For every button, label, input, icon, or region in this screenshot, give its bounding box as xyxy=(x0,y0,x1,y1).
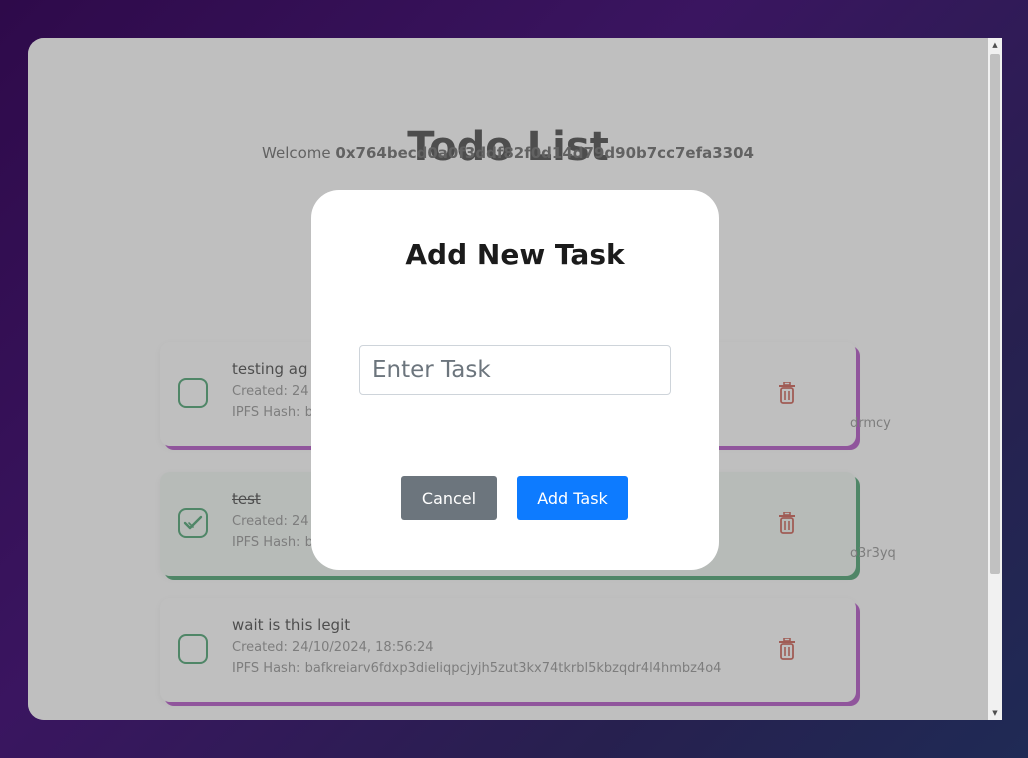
add-task-button[interactable]: Add Task xyxy=(517,476,628,520)
task-input[interactable] xyxy=(359,345,671,395)
add-task-modal: Add New Task Cancel Add Task xyxy=(311,190,719,570)
scroll-down-icon[interactable]: ▼ xyxy=(991,709,999,717)
scrollbar-thumb[interactable] xyxy=(990,54,1000,574)
modal-title: Add New Task xyxy=(405,238,625,271)
page-scrollbar[interactable]: ▲ ▼ xyxy=(988,38,1002,720)
scroll-up-icon[interactable]: ▲ xyxy=(991,41,999,49)
cancel-button[interactable]: Cancel xyxy=(401,476,497,520)
